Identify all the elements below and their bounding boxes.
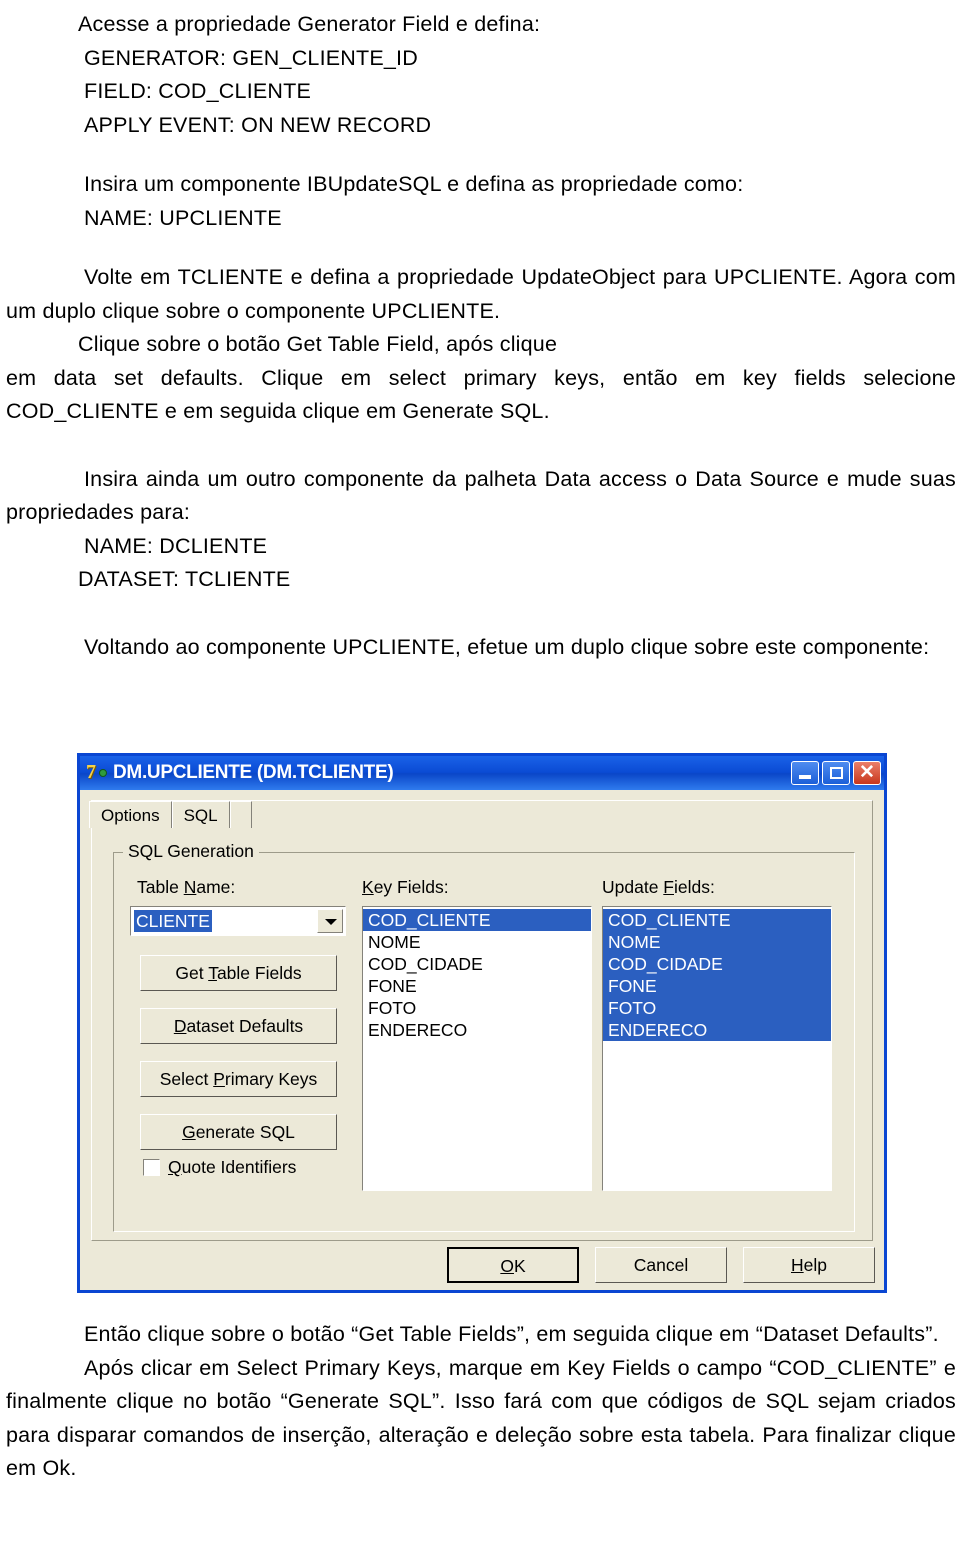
select-primary-keys-button[interactable]: Select Primary Keys [140,1061,337,1097]
quote-identifiers-label: Quote Identifiers [168,1157,297,1177]
generate-sql-button[interactable]: Generate SQL [140,1114,337,1150]
document-body-bottom: Então clique sobre o botão “Get Table Fi… [0,1318,960,1486]
tab-strip: Options SQL [89,801,252,828]
paragraph-dataset-defaults: em data set defaults. Clique em select p… [6,365,956,424]
paragraph-get-table-field: Clique sobre o botão Get Table Field, ap… [78,332,558,356]
list-item[interactable]: NOME [363,931,591,953]
list-item[interactable]: COD_CIDADE [603,953,831,975]
paragraph-apos-clicar: Após clicar em Select Primary Keys, marq… [6,1355,956,1481]
list-item[interactable]: FONE [603,975,831,997]
paragraph-dataset-tcliente: DATASET: TCLIENTE [78,567,291,591]
minimize-icon[interactable] [791,761,819,785]
chevron-down-icon[interactable] [317,909,343,933]
paragraph-name-upcliente: NAME: UPCLIENTE [84,205,282,230]
paragraph-voltando: Voltando ao componente UPCLIENTE, efetue… [84,634,930,659]
paragraph-name-dcliente: NAME: DCLIENTE [84,533,268,558]
list-item[interactable]: FOTO [603,997,831,1019]
help-button[interactable]: Help [743,1247,875,1283]
dialog-titlebar[interactable]: 7 DM.UPCLIENTE (DM.TCLIENTE) ✕ [80,756,884,790]
list-item[interactable]: FONE [363,975,591,997]
key-fields-label: Key Fields: [362,877,449,897]
paragraph-ibupdatesql: Insira um componente IBUpdateSQL e defin… [84,172,744,196]
paragraph-field: FIELD: COD_CLIENTE [84,79,312,103]
tab-filler [229,801,252,828]
update-fields-label: Update Fields: [602,877,715,897]
list-item[interactable]: COD_CIDADE [363,953,591,975]
dataset-defaults-button[interactable]: Dataset Defaults [140,1008,337,1044]
cancel-button[interactable]: Cancel [595,1247,727,1283]
paragraph-data-source: Insira ainda um outro componente da palh… [6,466,956,525]
table-name-value: CLIENTE [134,910,212,932]
paragraph-intro: Acesse a propriedade Generator Field e d… [78,12,541,36]
ok-button[interactable]: OK [447,1247,579,1283]
tab-options[interactable]: Options [89,801,172,828]
list-item[interactable]: NOME [603,931,831,953]
quote-identifiers-checkbox[interactable] [143,1159,160,1176]
update-fields-listbox[interactable]: COD_CLIENTE NOME COD_CIDADE FONE FOTO EN… [602,906,832,1191]
document-body: Acesse a propriedade Generator Field e d… [0,0,960,664]
list-item[interactable]: COD_CLIENTE [363,909,591,931]
delphi-app-icon: 7 [86,761,107,784]
list-item[interactable]: ENDERECO [363,1019,591,1041]
list-item[interactable]: COD_CLIENTE [603,909,831,931]
paragraph-apply-event: APPLY EVENT: ON NEW RECORD [84,112,432,137]
paragraph-entao-clique: Então clique sobre o botão “Get Table Fi… [84,1322,939,1346]
dialog-title: DM.UPCLIENTE (DM.TCLIENTE) [113,762,394,783]
list-item[interactable]: FOTO [363,997,591,1019]
list-item[interactable]: ENDERECO [603,1019,831,1041]
table-name-combo[interactable]: CLIENTE [130,906,346,936]
close-icon[interactable]: ✕ [853,761,881,785]
window-controls: ✕ [791,761,881,785]
maximize-icon[interactable] [822,761,850,785]
paragraph-updateobject: Volte em TCLIENTE e defina a propriedade… [6,265,956,323]
quote-identifiers-row[interactable]: Quote Identifiers [143,1157,296,1178]
key-fields-listbox[interactable]: COD_CLIENTE NOME COD_CIDADE FONE FOTO EN… [362,906,592,1191]
get-table-fields-button[interactable]: Get Table Fields [140,955,337,991]
table-name-label: Table Name: [137,877,236,897]
sql-generation-label: SQL Generation [123,841,259,862]
tab-sql[interactable]: SQL [171,801,230,828]
paragraph-generator: GENERATOR: GEN_CLIENTE_ID [84,45,418,70]
